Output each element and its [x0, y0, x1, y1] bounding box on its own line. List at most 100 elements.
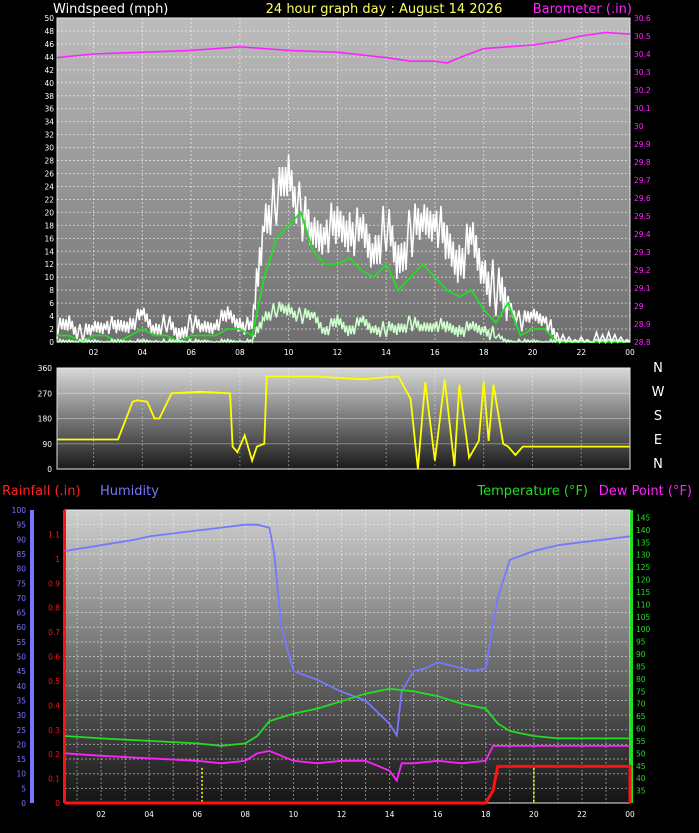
wind-x-tick: 14 [381, 348, 391, 357]
humidity-y-tick: 55 [16, 638, 26, 647]
humidity-y-tick: 90 [16, 535, 26, 544]
baro-y-tick: 29.7 [634, 176, 651, 185]
humidity-y-tick: 100 [12, 506, 27, 515]
temperature-y-tick: 120 [636, 576, 651, 585]
rain-y-tick: 0 [55, 799, 60, 808]
wind-y-tick: 30 [44, 144, 54, 153]
temperature-y-tick: 125 [636, 563, 651, 572]
rain-y-tick: 0.8 [48, 604, 60, 613]
wind-y-tick: 18 [44, 221, 54, 230]
baro-y-tick: 28.8 [634, 338, 651, 347]
compass-label: E [654, 433, 662, 448]
climate-x-ticks: 02 04 06 08 10 12 14 16 18 20 22 00 [96, 810, 635, 819]
climate-x-tick: 20 [529, 810, 539, 819]
wind-y-tick: 10 [44, 273, 54, 282]
wind-y-tick: 26 [44, 170, 54, 179]
humidity-y-tick: 80 [16, 565, 26, 574]
baro-y-tick: 30.3 [634, 68, 651, 77]
rain-y-tick: 0.6 [48, 653, 60, 662]
temperature-y-tick: 100 [636, 625, 651, 634]
humidity-y-tick: 95 [16, 521, 26, 530]
baro-y-tick: 30 [634, 122, 644, 131]
wind-x-tick: 20 [528, 348, 538, 357]
wind-y-tick: 0 [49, 338, 54, 347]
humidity-y-tick: 60 [16, 623, 26, 632]
climate-x-tick: 16 [433, 810, 443, 819]
temperature-axis-bar [630, 510, 633, 803]
humidity-y-tick: 0 [21, 799, 26, 808]
baro-y-tick: 30.1 [634, 104, 651, 113]
baro-y-ticks: 28.8 28.9 29 29.1 29.2 29.3 29.4 29.5 29.6 29.7 29… [634, 14, 651, 347]
temperature-y-tick: 85 [636, 662, 646, 671]
temperature-y-tick: 50 [636, 749, 646, 758]
wind-x-tick: 02 [89, 348, 99, 357]
humidity-y-tick: 35 [16, 696, 26, 705]
wind-y-tick: 28 [44, 157, 54, 166]
humidity-y-ticks: 0 5 10 15 20 25 30 35 40 45 50 55 60 65 70 75 80 85 90 95 10… [12, 506, 27, 808]
temperature-y-tick: 140 [636, 526, 651, 535]
wind-x-tick: 12 [333, 348, 343, 357]
humidity-y-tick: 15 [16, 755, 26, 764]
humidity-y-tick: 20 [16, 740, 26, 749]
wind-y-tick: 14 [44, 247, 54, 256]
baro-y-tick: 29.8 [634, 158, 651, 167]
temperature-y-tick: 70 [636, 700, 646, 709]
direction-y-tick: 360 [38, 364, 53, 373]
chart-title: 24 hour graph day : August 14 2026 [266, 2, 503, 17]
dewpoint-axis-title: Dew Point (°F) [599, 484, 692, 499]
wind-y-tick: 46 [44, 40, 54, 49]
wind-y-tick: 50 [44, 14, 54, 23]
humidity-y-tick: 45 [16, 667, 26, 676]
climate-x-tick: 04 [144, 810, 154, 819]
wind-y-tick: 20 [44, 208, 54, 217]
direction-y-tick: 90 [42, 440, 52, 449]
rain-y-ticks: 0 0.1 0.2 0.3 0.4 0.5 0.6 0.7 0.8 0.9 1 1.1 [48, 530, 60, 808]
wind-y-tick: 16 [44, 234, 54, 243]
wind-x-ticks: 02 04 06 08 10 12 14 16 18 20 22 00 [89, 348, 635, 357]
temperature-axis-title: Temperature (°F) [476, 484, 588, 499]
rain-y-tick: 0.1 [48, 775, 60, 784]
wind-x-tick: 00 [625, 348, 635, 357]
climate-x-tick: 14 [385, 810, 395, 819]
humidity-y-tick: 25 [16, 726, 26, 735]
wind-y-tick: 22 [44, 195, 54, 204]
temperature-y-tick: 60 [636, 725, 646, 734]
wind-x-tick: 04 [138, 348, 148, 357]
direction-y-ticks: 0 90 180 270 360 [38, 364, 53, 474]
temperature-y-tick: 145 [636, 513, 651, 522]
wind-y-tick: 44 [44, 53, 54, 62]
climate-x-tick: 18 [481, 810, 491, 819]
rain-y-tick: 0.2 [48, 750, 60, 759]
humidity-y-tick: 65 [16, 609, 26, 618]
temperature-y-tick: 95 [636, 638, 646, 647]
wind-x-tick: 08 [235, 348, 245, 357]
humidity-axis-bar [30, 510, 34, 803]
wind-x-tick: 22 [576, 348, 586, 357]
temperature-y-ticks: 35 40 45 50 55 60 65 70 75 80 85 90 95 100 105 110 115 12… [636, 513, 651, 795]
temperature-y-tick: 135 [636, 538, 651, 547]
wind-y-tick: 38 [44, 92, 54, 101]
climate-x-tick: 08 [241, 810, 251, 819]
wind-y-tick: 4 [49, 312, 54, 321]
climate-x-tick: 00 [625, 810, 635, 819]
baro-y-tick: 30.4 [634, 50, 651, 59]
baro-y-tick: 29.3 [634, 248, 651, 257]
rain-axis-title: Rainfall (.in) [2, 484, 81, 499]
humidity-y-tick: 85 [16, 550, 26, 559]
wind-y-tick: 32 [44, 131, 54, 140]
wind-x-tick: 16 [430, 348, 440, 357]
temperature-y-tick: 90 [636, 650, 646, 659]
temperature-y-tick: 130 [636, 551, 651, 560]
compass-label: N [653, 457, 663, 472]
wind-y-tick: 36 [44, 105, 54, 114]
wind-y-tick: 48 [44, 27, 54, 36]
baro-y-tick: 28.9 [634, 320, 651, 329]
temperature-y-tick: 75 [636, 687, 646, 696]
rain-y-tick: 0.3 [48, 726, 60, 735]
rain-y-tick: 0.5 [48, 677, 60, 686]
climate-x-tick: 10 [289, 810, 299, 819]
rain-y-tick: 1.1 [48, 530, 60, 539]
baro-y-tick: 29 [634, 302, 644, 311]
wind-y-tick: 40 [44, 79, 54, 88]
compass-labels: NWSEN [652, 361, 665, 472]
